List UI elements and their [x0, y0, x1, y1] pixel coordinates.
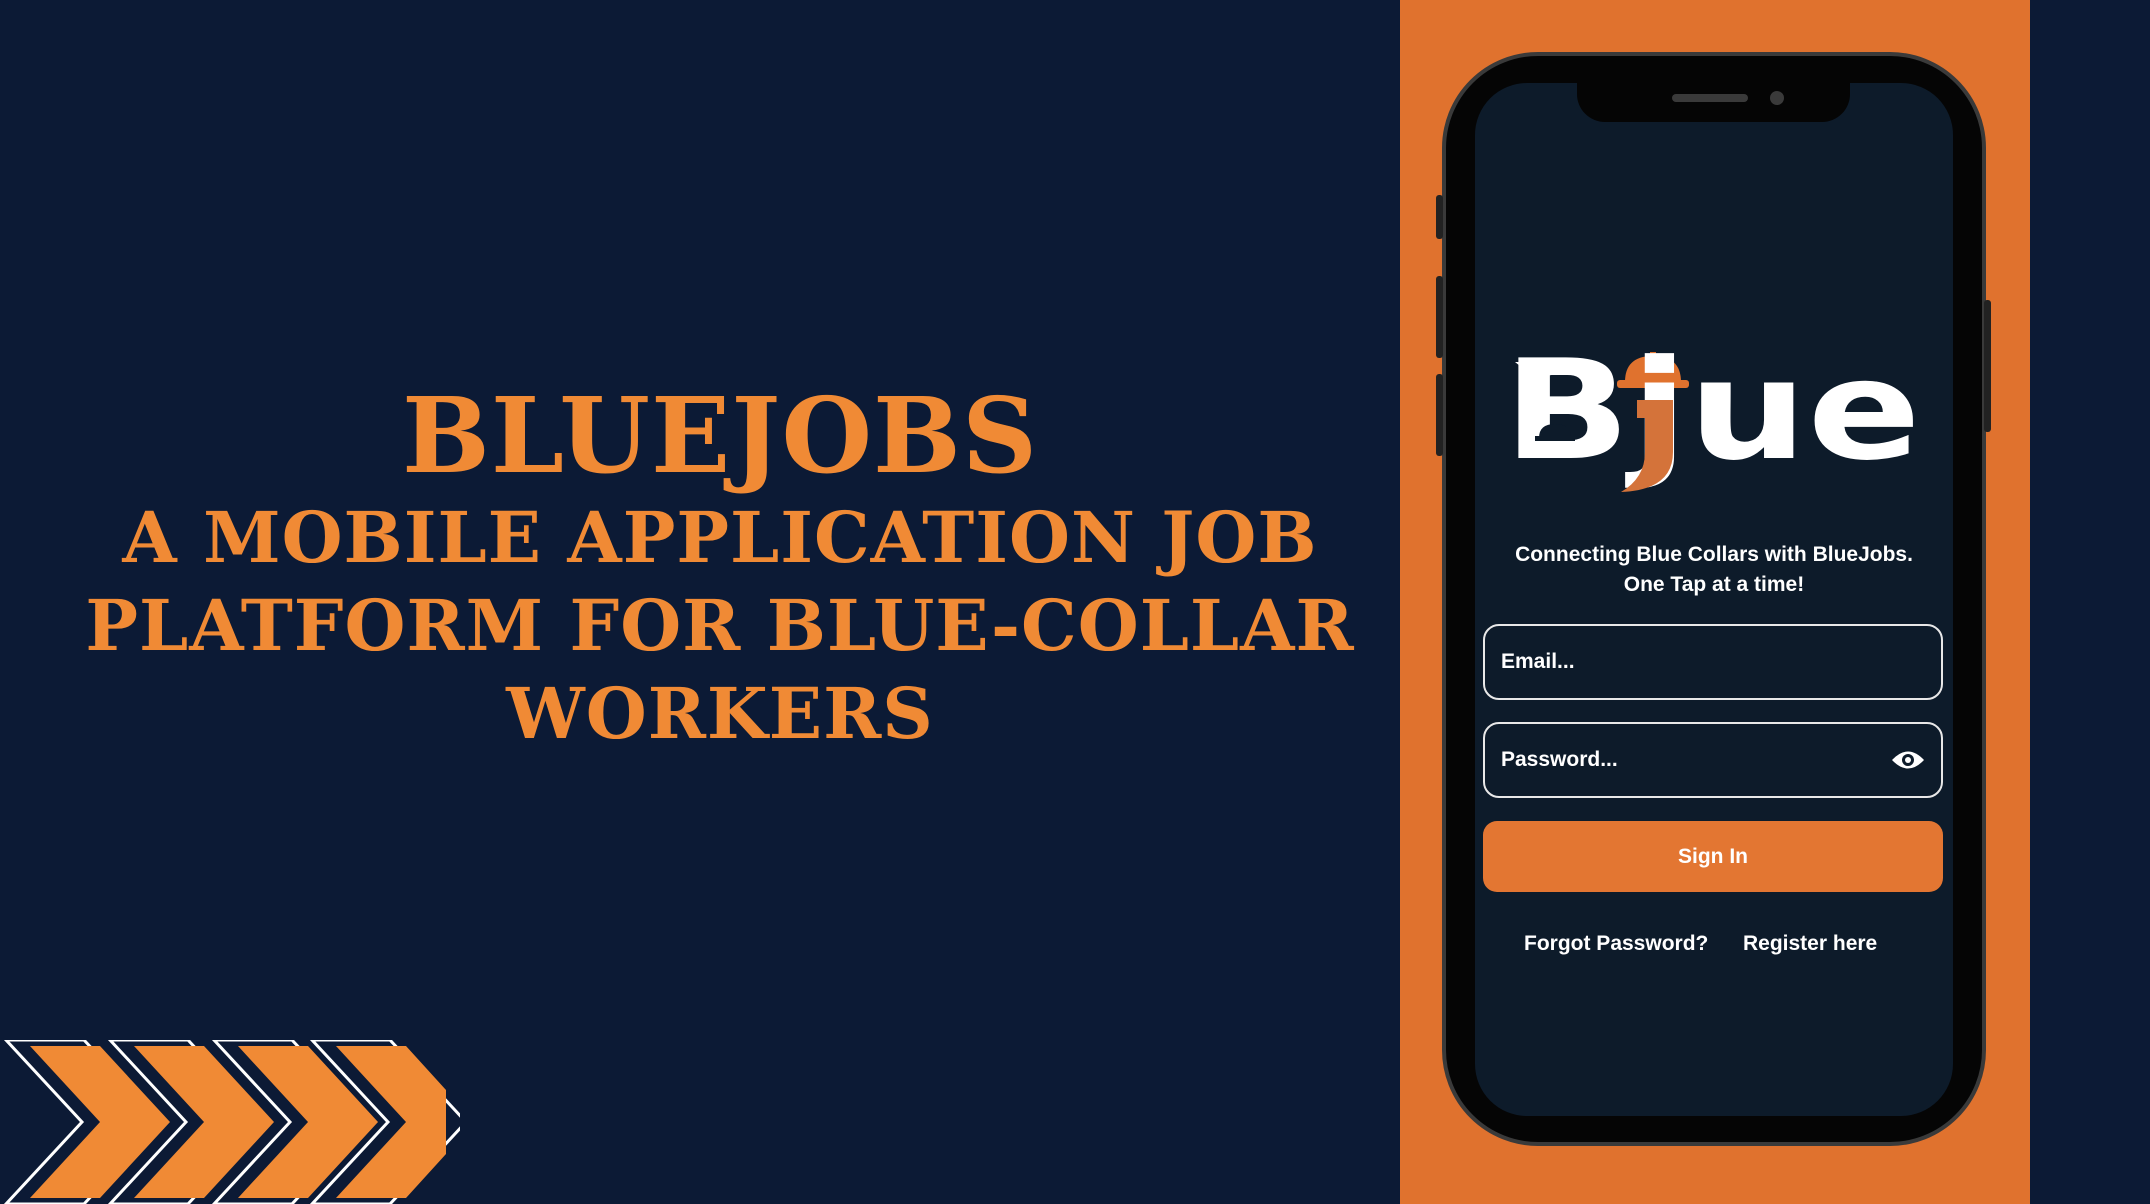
- phone-volume-down: [1436, 374, 1443, 456]
- tagline-line-1: Connecting Blue Collars with BlueJobs.: [1515, 543, 1913, 566]
- sign-in-button[interactable]: Sign In: [1483, 821, 1943, 892]
- password-field[interactable]: Password...: [1483, 722, 1943, 798]
- register-link[interactable]: Register here: [1743, 932, 1877, 956]
- email-field[interactable]: Email...: [1483, 624, 1943, 700]
- email-placeholder: Email...: [1501, 650, 1575, 673]
- tagline: Connecting Blue Collars with BlueJobs. O…: [1480, 540, 1948, 600]
- phone-volume-up: [1436, 276, 1443, 358]
- eye-icon[interactable]: [1891, 749, 1925, 771]
- headline: BLUEJOBS A MOBILE APPLICATION JOB PLATFO…: [40, 380, 1400, 758]
- chevron-arrows-decoration: [3, 1040, 460, 1204]
- slide: BLUEJOBS A MOBILE APPLICATION JOB PLATFO…: [0, 0, 2150, 1204]
- headline-subtitle: A MOBILE APPLICATION JOB PLATFORM FOR BL…: [40, 494, 1400, 758]
- subtitle-line-3: WORKERS: [506, 672, 934, 755]
- chevron-1: [3, 1040, 170, 1204]
- forgot-password-link[interactable]: Forgot Password?: [1524, 932, 1708, 956]
- phone-mute-switch: [1436, 195, 1443, 239]
- logo-wordmark: Bjue: [1505, 340, 1921, 492]
- headline-title: BLUEJOBS: [401, 374, 1039, 497]
- helmet-brim: [1535, 436, 1575, 441]
- phone-speaker: [1672, 94, 1748, 102]
- subtitle-line-2: PLATFORM FOR BLUE-COLLAR: [85, 584, 1355, 667]
- phone-power-button: [1984, 300, 1991, 432]
- phone-camera: [1770, 91, 1784, 105]
- tagline-line-2: One Tap at a time!: [1623, 573, 1805, 596]
- logo-text: Bjue: [1505, 340, 1921, 491]
- password-placeholder: Password...: [1501, 748, 1618, 771]
- subtitle-line-1: A MOBILE APPLICATION JOB: [122, 496, 1318, 579]
